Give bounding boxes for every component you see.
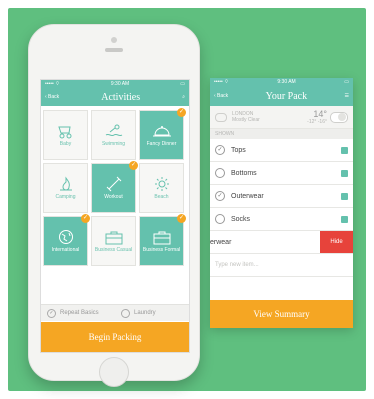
list-item[interactable]: Bottoms — [210, 162, 353, 185]
count-badge — [341, 146, 348, 154]
weather-temp: 14° — [313, 109, 327, 119]
list-item[interactable]: ✓ Outerwear — [210, 185, 353, 208]
stroller-icon — [57, 126, 71, 139]
item-label: Outerwear — [231, 192, 264, 200]
tile-label: Workout — [104, 194, 123, 200]
check-badge-icon: ✓ — [129, 161, 138, 170]
view-summary-button[interactable]: View Summary — [210, 300, 353, 328]
tile-label: Baby — [59, 141, 72, 147]
tile-fancy-dinner[interactable]: Fancy Dinner ✓ — [139, 108, 186, 160]
cloche-icon — [152, 126, 171, 137]
tile-label: Beach — [154, 194, 169, 200]
swiped-list-item[interactable]: erwear Hide — [210, 231, 353, 254]
speaker-grille — [105, 48, 123, 52]
globe-icon — [58, 230, 73, 244]
radio-circle-icon[interactable] — [215, 168, 225, 178]
back-button[interactable]: ‹ Back — [214, 93, 228, 99]
options-bar: ✓ Repeat Basics Laundry — [41, 304, 189, 321]
tile-label: Business Formal — [142, 247, 181, 253]
briefcase-icon — [105, 231, 122, 245]
laundry-toggle[interactable]: Laundry — [115, 308, 189, 318]
count-badge — [341, 169, 348, 177]
tile-workout[interactable]: Workout ✓ — [91, 161, 138, 213]
check-badge-icon: ✓ — [81, 214, 90, 223]
list-item[interactable]: Socks — [210, 208, 353, 231]
back-button[interactable]: ‹ Back — [45, 94, 59, 100]
campfire-icon — [59, 176, 72, 191]
home-button[interactable] — [99, 357, 129, 387]
repeat-basics-label: Repeat Basics — [60, 310, 99, 316]
laundry-label: Laundry — [134, 310, 156, 316]
tile-baby[interactable]: Baby — [43, 110, 88, 160]
sun-icon — [154, 177, 169, 191]
list-item[interactable]: ✓ Tops — [210, 139, 353, 162]
swimmer-icon — [105, 124, 122, 137]
count-badge — [341, 215, 348, 223]
status-bar: ••••• ⌔ 9:30 AM ▭ — [210, 78, 353, 86]
signal-indicator: ••••• ⌔ — [45, 81, 60, 87]
units-toggle[interactable] — [330, 111, 348, 123]
status-bar: ••••• ⌔ 9:30 AM ▭ — [41, 80, 189, 88]
tile-swimming[interactable]: Swimming — [91, 110, 136, 160]
item-label: erwear — [210, 238, 232, 246]
item-label: Tops — [231, 146, 246, 154]
check-circle-icon[interactable]: ✓ — [215, 145, 225, 155]
canvas: ••••• ⌔ 9:30 AM ▭ ‹ Back Activities ⌕ Ba… — [0, 0, 374, 399]
camera-icon — [111, 37, 117, 43]
activities-nav-bar: ‹ Back Activities ⌕ — [41, 88, 189, 106]
tile-label: Swimming — [101, 141, 126, 147]
iphone-device: ••••• ⌔ 9:30 AM ▭ ‹ Back Activities ⌕ Ba… — [28, 24, 200, 387]
status-time: 9:30 AM — [110, 81, 130, 87]
status-time: 9:30 AM — [277, 79, 296, 85]
menu-icon[interactable]: ☰ — [345, 93, 349, 99]
pack-nav-bar: ‹ Back Your Pack ☰ — [210, 86, 353, 106]
battery-icon: ▭ — [344, 79, 349, 85]
check-circle-icon: ✓ — [47, 308, 56, 318]
battery-icon: ▭ — [180, 81, 185, 87]
new-item-input[interactable]: Type new item... — [210, 254, 353, 277]
signal-indicator: ••••• ⌔ — [214, 79, 229, 85]
tile-business-casual[interactable]: Business Casual — [91, 216, 136, 266]
activities-screen: ••••• ⌔ 9:30 AM ▭ ‹ Back Activities ⌕ Ba… — [40, 79, 190, 353]
radio-circle-icon[interactable] — [215, 214, 225, 224]
check-badge-icon: ✓ — [177, 214, 186, 223]
weather-range: -12° -16° — [307, 119, 327, 125]
tile-international[interactable]: International ✓ — [43, 214, 90, 266]
tile-business-formal[interactable]: Business Formal ✓ — [139, 214, 186, 266]
check-badge-icon: ✓ — [177, 108, 186, 117]
cloud-icon — [215, 112, 227, 122]
tile-label: Fancy Dinner — [146, 141, 177, 147]
check-circle-icon[interactable]: ✓ — [215, 191, 225, 201]
page-title: Activities — [101, 91, 141, 103]
item-label: Bottoms — [231, 169, 257, 177]
weather-desc: Mostly Clear — [232, 117, 260, 123]
tile-label: International — [51, 247, 80, 253]
your-pack-screen: ••••• ⌔ 9:30 AM ▭ ‹ Back Your Pack ☰ LON… — [210, 78, 353, 328]
tile-label: Business Casual — [94, 247, 133, 253]
page-title: Your Pack — [265, 90, 308, 102]
activities-grid: Baby Swimming Fancy Dinner ✓ Camping Wor… — [43, 108, 186, 266]
dumbbell-icon — [106, 176, 121, 192]
hide-button[interactable]: Hide — [320, 231, 353, 253]
tile-camping[interactable]: Camping — [43, 163, 88, 213]
tile-beach[interactable]: Beach — [139, 163, 184, 213]
repeat-basics-toggle[interactable]: ✓ Repeat Basics — [41, 308, 115, 318]
begin-packing-button[interactable]: Begin Packing — [41, 322, 189, 352]
weather-row: LONDON Mostly Clear 14° -12° -16° — [210, 106, 353, 129]
section-header: SHOWN — [210, 129, 353, 139]
radio-circle-icon — [121, 308, 130, 318]
count-badge — [341, 192, 348, 200]
tile-label: Camping — [55, 194, 76, 200]
search-icon[interactable]: ⌕ — [182, 94, 185, 100]
item-label: Socks — [231, 215, 251, 223]
briefcase-icon — [153, 231, 170, 245]
